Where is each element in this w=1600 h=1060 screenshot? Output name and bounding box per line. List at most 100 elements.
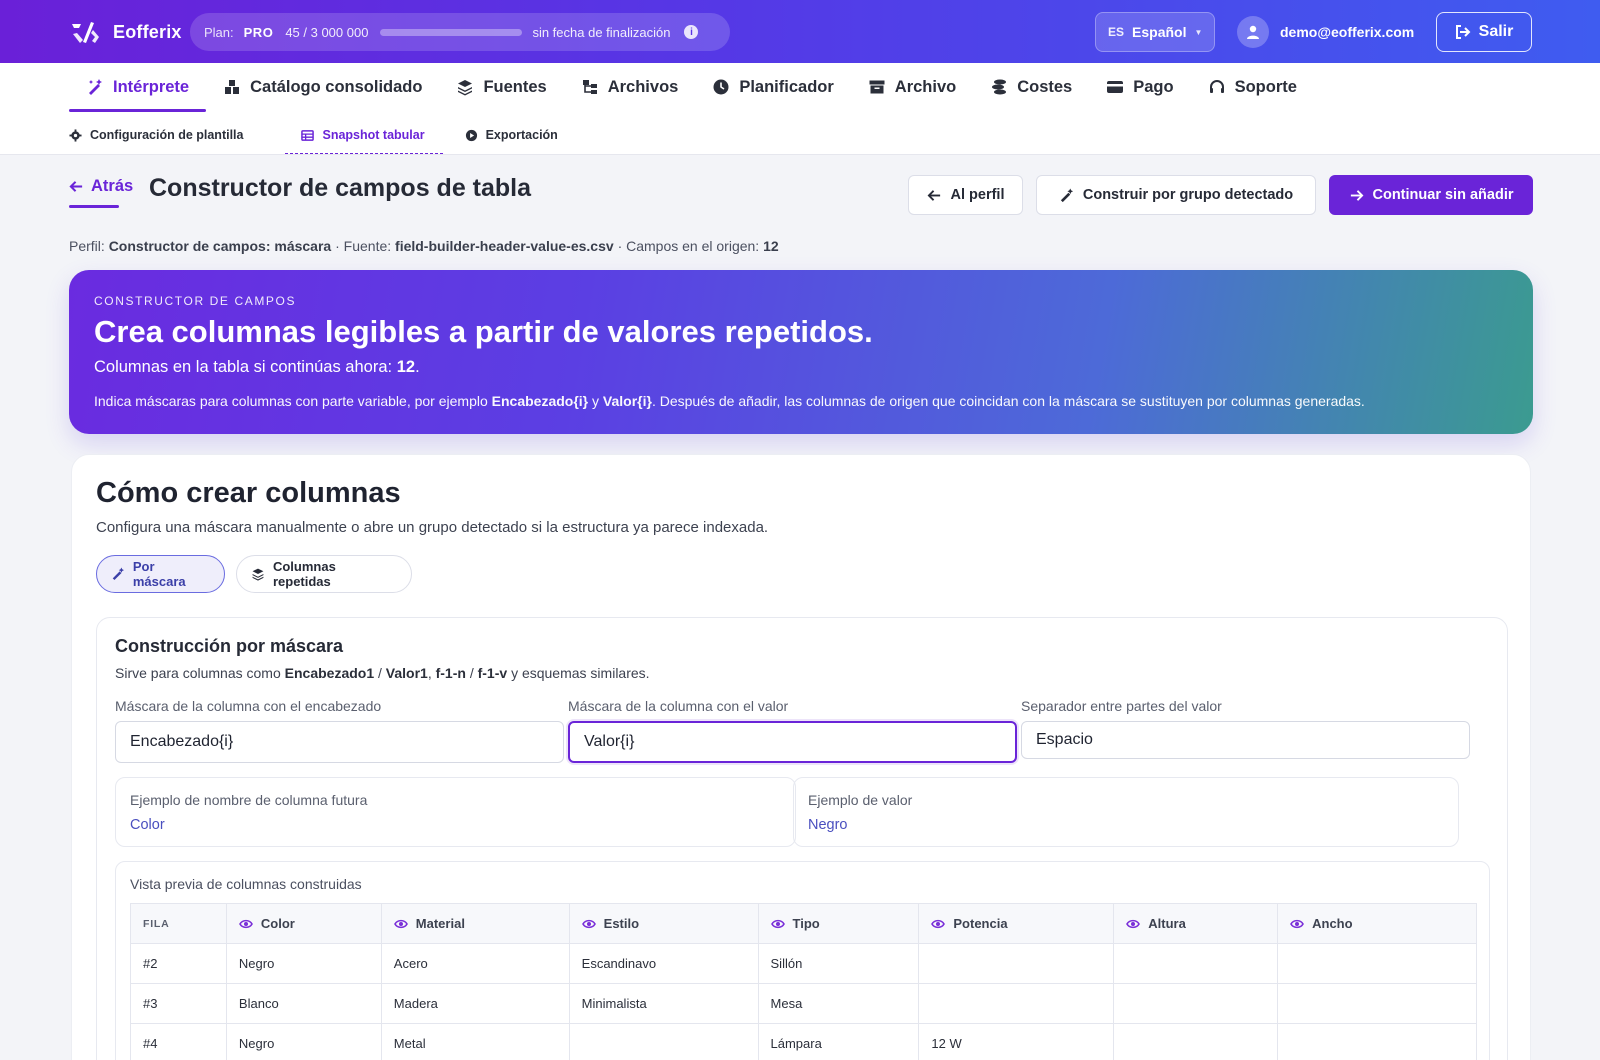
boxes-icon: [225, 80, 240, 94]
column-header[interactable]: Estilo: [568, 903, 759, 944]
table-cell: [1113, 943, 1279, 984]
separator-input[interactable]: [1021, 721, 1470, 759]
eye-icon[interactable]: [1290, 917, 1305, 931]
how-to-card: Cómo crear columnas Configura una máscar…: [71, 454, 1531, 1060]
back-label: Atrás: [91, 177, 134, 195]
gear-icon: [69, 128, 82, 142]
logout-icon: [1455, 25, 1471, 39]
table-cell: Mesa: [757, 983, 920, 1024]
user-menu[interactable]: demo@eofferix.com: [1237, 16, 1414, 48]
subtab-template-config[interactable]: Configuración de plantilla: [69, 116, 263, 154]
wand-icon: [112, 567, 124, 581]
hero-banner: CONSTRUCTOR DE CAMPOS Crea columnas legi…: [69, 270, 1533, 434]
back-link[interactable]: Atrás: [69, 177, 133, 196]
continue-button[interactable]: Continuar sin añadir: [1329, 175, 1533, 215]
example-name-label: Ejemplo de nombre de columna futura: [130, 792, 368, 808]
mode-mask-label: Por máscara: [132, 559, 186, 589]
hero-description: Indica máscaras para columnas con parte …: [94, 393, 1365, 409]
table-cell: [1113, 1023, 1279, 1060]
layers-icon: [458, 80, 473, 96]
mode-repeat-button[interactable]: Columnas repetidas: [236, 555, 412, 593]
table-cell: [1277, 983, 1477, 1024]
avatar: [1237, 16, 1269, 48]
subtab-export[interactable]: Exportación: [465, 116, 578, 154]
tab-archivo[interactable]: Archivo: [851, 63, 973, 111]
count-prefix: Columnas en la tabla si continúas ahora:: [94, 358, 393, 376]
table-cell: Negro: [225, 943, 382, 984]
eye-icon[interactable]: [1126, 917, 1141, 931]
tab-planificador[interactable]: Planificador: [695, 63, 850, 111]
mode-repeat-label: Columnas repetidas: [272, 559, 336, 589]
wand-icon: [1060, 187, 1073, 202]
mask-builder-panel: Construcción por máscara Sirve para colu…: [96, 617, 1508, 1060]
table-row: #4 Negro Metal Lámpara 12 W: [130, 1023, 1477, 1060]
tab-pago[interactable]: Pago: [1089, 63, 1190, 111]
eye-icon[interactable]: [581, 917, 596, 931]
page-title: Constructor de campos de tabla: [149, 174, 532, 202]
eye-icon[interactable]: [239, 917, 253, 931]
card-subtitle: Configura una máscara manualmente o abre…: [96, 519, 769, 536]
hero-headline: Crea columnas legibles a partir de valor…: [94, 314, 873, 349]
tab-soporte[interactable]: Soporte: [1191, 63, 1314, 111]
to-profile-button[interactable]: Al perfil: [908, 175, 1023, 215]
tab-fuentes[interactable]: Fuentes: [439, 63, 563, 111]
archive-icon: [869, 80, 885, 94]
desc-part: y: [592, 393, 600, 409]
source-value: field-builder-header-value-es.csv: [395, 238, 614, 254]
tab-archivos[interactable]: Archivos: [564, 63, 696, 111]
subtab-label: Snapshot tabular: [322, 128, 425, 142]
header-mask-input[interactable]: [115, 721, 564, 763]
table-header-row: FILA Color Material Estilo Tipo Potencia…: [130, 903, 1477, 944]
fields-label: · Campos en el origen:: [617, 238, 760, 254]
plan-usage-count: 45 / 3 000 000: [285, 24, 369, 40]
column-header[interactable]: Ancho: [1277, 903, 1477, 944]
column-header[interactable]: Tipo: [757, 903, 920, 944]
plan-tier: PRO: [243, 24, 274, 40]
eye-icon[interactable]: [770, 917, 785, 931]
table-cell: [1277, 1023, 1477, 1060]
value-mask-input[interactable]: [568, 721, 1017, 763]
table-cell: [568, 1023, 759, 1060]
example-value-value: Negro: [808, 817, 848, 833]
example-column-name: Ejemplo de nombre de columna futura Colo…: [115, 777, 796, 847]
tab-catalogo[interactable]: Catálogo consolidado: [206, 63, 439, 111]
hint-code: Encabezado1: [284, 665, 375, 681]
build-by-group-button[interactable]: Construir por grupo detectado: [1036, 175, 1316, 215]
tab-label: Catálogo consolidado: [250, 77, 423, 96]
column-header[interactable]: Potencia: [918, 903, 1115, 944]
language-selector[interactable]: ES Español ▼: [1095, 12, 1215, 52]
desc-value-mask: Valor{i}: [602, 393, 652, 409]
tab-label: Pago: [1133, 77, 1174, 96]
hint-code: f-1-n: [435, 665, 466, 681]
table-cell: #3: [130, 983, 227, 1024]
eye-icon[interactable]: [393, 917, 408, 931]
clock-icon: [713, 79, 729, 95]
separator-label: Separador entre partes del valor: [1021, 698, 1222, 714]
brand[interactable]: Eofferix: [69, 16, 182, 48]
card-icon: [1107, 81, 1124, 93]
column-header[interactable]: Material: [380, 903, 570, 944]
tab-costes[interactable]: Costes: [973, 63, 1089, 111]
column-header[interactable]: Color: [225, 903, 382, 944]
hint-code: Valor1: [385, 665, 428, 681]
top-bar: Eofferix Plan: PRO 45 / 3 000 000 sin fe…: [0, 0, 1600, 63]
tab-interprete[interactable]: Intérprete: [69, 63, 207, 112]
hint-part: y esquemas similares.: [511, 665, 650, 681]
user-email: demo@eofferix.com: [1280, 24, 1415, 40]
profile-value: Constructor de campos: máscara: [108, 238, 332, 254]
eye-icon[interactable]: [931, 917, 946, 931]
table-cell: Escandinavo: [568, 943, 759, 984]
example-value: Ejemplo de valor Negro: [793, 777, 1459, 847]
profile-label: Perfil:: [69, 238, 105, 254]
logout-button[interactable]: Salir: [1436, 12, 1532, 52]
column-header-label: Ancho: [1312, 916, 1353, 931]
info-icon[interactable]: i: [684, 25, 699, 39]
subtab-label: Configuración de plantilla: [90, 128, 244, 142]
hero-eyebrow: CONSTRUCTOR DE CAMPOS: [94, 294, 297, 308]
column-header[interactable]: Altura: [1113, 903, 1279, 944]
count-suffix: .: [415, 358, 420, 376]
mode-mask-button[interactable]: Por máscara: [96, 555, 225, 593]
subtab-snapshot[interactable]: Snapshot tabular: [285, 116, 443, 154]
language-code: ES: [1108, 25, 1125, 39]
hint-part: ,: [427, 665, 432, 681]
